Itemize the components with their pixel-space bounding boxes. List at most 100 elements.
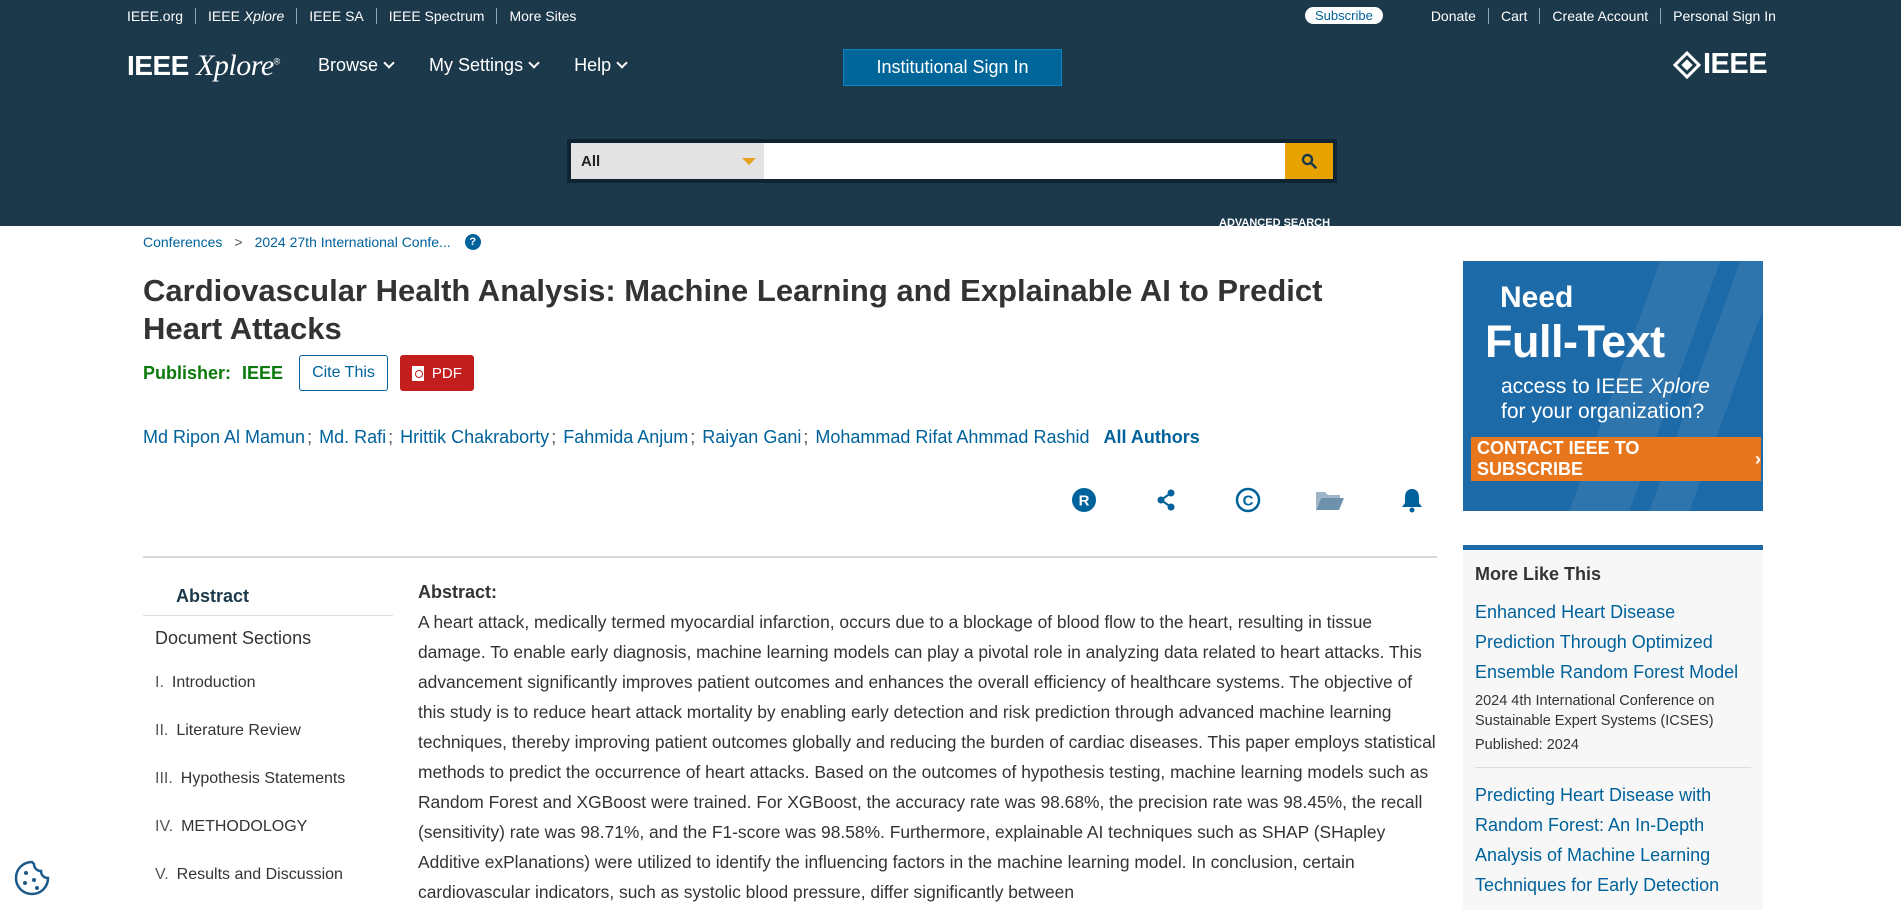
doc-nav-item-literature-review[interactable]: II. Literature Review: [143, 707, 393, 755]
publisher-name: IEEE: [242, 362, 284, 383]
util-link-create-account[interactable]: Create Account: [1540, 7, 1662, 24]
ad-full-text-heading: Full-Text: [1485, 316, 1665, 367]
section-number: I.: [155, 674, 164, 691]
publisher: Publisher: IEEE: [143, 363, 283, 384]
ieee-xplore-logo[interactable]: IEEE Xplore®: [127, 49, 280, 83]
more-like-this-link[interactable]: Predicting Heart Disease with Random For…: [1475, 780, 1751, 900]
util-link-ieee-spectrum[interactable]: IEEE Spectrum: [377, 7, 498, 24]
cookie-settings-button[interactable]: [12, 858, 52, 898]
search-input[interactable]: [764, 143, 1285, 179]
ieee-brand-text: IEEE: [1703, 48, 1768, 80]
pdf-icon: [411, 365, 424, 381]
rights-r-icon: R: [1072, 488, 1096, 512]
more-like-this-link[interactable]: Enhanced Heart Disease Prediction Throug…: [1475, 597, 1751, 687]
util-link-personal-sign-in[interactable]: Personal Sign In: [1661, 8, 1788, 24]
pdf-button[interactable]: PDF: [399, 355, 474, 391]
author-link[interactable]: Md Ripon Al Mamun: [143, 427, 305, 448]
utility-right: Subscribe Donate Cart Create Account Per…: [1305, 0, 1788, 31]
pdf-label: PDF: [431, 364, 462, 382]
institutional-sign-in-button[interactable]: Institutional Sign In: [843, 49, 1062, 86]
breadcrumb-conference[interactable]: 2024 27th International Confe...: [255, 234, 451, 250]
section-number: II.: [155, 722, 169, 739]
subscribe-button[interactable]: Subscribe: [1305, 7, 1383, 24]
full-text-ad[interactable]: Need Full-Text access to IEEE Xplore for…: [1463, 261, 1763, 511]
chevron-down-icon: [528, 57, 540, 69]
folder-button[interactable]: [1310, 484, 1350, 516]
doc-nav-item-introduction[interactable]: I. Introduction: [143, 659, 393, 707]
main-header: IEEE Xplore® Browse My Settings Help Ins…: [0, 31, 1901, 229]
search-bar: All: [567, 139, 1337, 183]
author-separator: ;: [803, 427, 809, 447]
abstract-section: Abstract: A heart attack, medically term…: [418, 582, 1436, 907]
more-like-this-item: Enhanced Heart Disease Prediction Throug…: [1475, 597, 1751, 768]
util-link-ieee-xplore[interactable]: IEEE Xplore: [196, 7, 298, 24]
cite-this-button[interactable]: Cite This: [299, 355, 388, 391]
section-number: III.: [155, 770, 173, 787]
help-icon[interactable]: ?: [464, 234, 481, 250]
nav-my-settings[interactable]: My Settings: [429, 55, 540, 76]
author-link[interactable]: Raiyan Gani: [702, 427, 801, 448]
ad-access-line2: for your organization?: [1501, 400, 1705, 423]
publisher-label: Publisher:: [143, 362, 232, 383]
ad-access-line1: access to IEEE Xplore: [1501, 374, 1710, 399]
ieee-brand-logo[interactable]: IEEE: [1672, 48, 1768, 81]
search-scope-value: All: [581, 152, 601, 170]
nav-browse[interactable]: Browse: [318, 55, 395, 76]
nav-browse-label: Browse: [318, 55, 379, 75]
chevron-down-icon: [383, 57, 395, 69]
util-link-ieee-org[interactable]: IEEE.org: [127, 7, 197, 24]
copyright-icon: C: [1235, 487, 1261, 513]
search-icon: [1301, 153, 1317, 169]
breadcrumb-separator: >: [234, 234, 243, 250]
ieee-diamond-icon: [1672, 50, 1702, 79]
abstract-text: A heart attack, medically termed myocard…: [418, 612, 1436, 902]
nav-my-settings-label: My Settings: [429, 55, 524, 75]
doc-nav-item-hypothesis[interactable]: III. Hypothesis Statements: [143, 755, 393, 803]
advanced-search-link[interactable]: ADVANCED SEARCH: [1219, 217, 1330, 229]
copyright-button[interactable]: C: [1228, 484, 1268, 516]
more-like-this-item: Predicting Heart Disease with Random For…: [1475, 780, 1751, 910]
author-link[interactable]: Mohammad Rifat Ahmmad Rashid: [815, 427, 1089, 448]
contact-ieee-subscribe-button[interactable]: CONTACT IEEE TO SUBSCRIBE ›: [1471, 437, 1761, 481]
svg-text:C: C: [1243, 493, 1254, 510]
logo-ieee-text: IEEE: [127, 50, 189, 81]
section-divider: [143, 556, 1437, 558]
share-button[interactable]: [1146, 484, 1186, 516]
doc-nav-item-results[interactable]: V. Results and Discussion: [143, 851, 393, 899]
ad-cta-label: CONTACT IEEE TO SUBSCRIBE: [1477, 438, 1640, 479]
publisher-row: Publisher: IEEE Cite This PDF: [143, 355, 474, 391]
all-authors-link[interactable]: All Authors: [1103, 427, 1199, 448]
section-label: Literature Review: [176, 722, 301, 739]
util-link-cart[interactable]: Cart: [1489, 7, 1541, 24]
author-list: Md Ripon Al Mamun; Md. Rafi; Hrittik Cha…: [143, 427, 1200, 448]
search-button[interactable]: [1285, 143, 1333, 179]
document-sections-nav: Abstract Document Sections I. Introducti…: [143, 578, 393, 899]
more-like-this-panel: More Like This Enhanced Heart Disease Pr…: [1463, 545, 1763, 910]
author-link[interactable]: Fahmida Anjum: [563, 427, 688, 448]
more-like-this-published: Published: 2024: [1475, 737, 1579, 753]
alert-button[interactable]: [1392, 484, 1432, 516]
author-link[interactable]: Hrittik Chakraborty: [400, 427, 549, 448]
doc-nav-abstract[interactable]: Abstract: [143, 578, 393, 616]
document-tools: R C: [1064, 484, 1474, 516]
nav-help[interactable]: Help: [574, 55, 628, 76]
more-like-this-title: More Like This: [1475, 564, 1602, 584]
util-link-ieee-sa[interactable]: IEEE SA: [297, 7, 377, 24]
breadcrumb-conferences[interactable]: Conferences: [143, 234, 222, 250]
search-scope-select[interactable]: All: [571, 143, 764, 179]
section-label: Results and Discussion: [176, 866, 343, 883]
section-label: Hypothesis Statements: [180, 770, 346, 787]
section-number: IV.: [155, 818, 174, 835]
chevron-right-icon: ›: [1755, 448, 1761, 469]
dropdown-arrow-icon: [742, 158, 756, 165]
rights-r-button[interactable]: R: [1064, 484, 1104, 516]
util-link-donate[interactable]: Donate: [1419, 7, 1489, 24]
author-link[interactable]: Md. Rafi: [319, 427, 386, 448]
doc-nav-item-methodology[interactable]: IV. METHODOLOGY: [143, 803, 393, 851]
author-separator: ;: [690, 427, 696, 447]
util-link-more-sites[interactable]: More Sites: [497, 8, 588, 24]
main-nav: Browse My Settings Help: [318, 55, 662, 76]
utility-links: IEEE.org IEEE Xplore IEEE SA IEEE Spectr…: [127, 0, 588, 31]
logo-xplore-text: Xplore: [196, 49, 274, 82]
cookie-icon: [14, 860, 50, 896]
